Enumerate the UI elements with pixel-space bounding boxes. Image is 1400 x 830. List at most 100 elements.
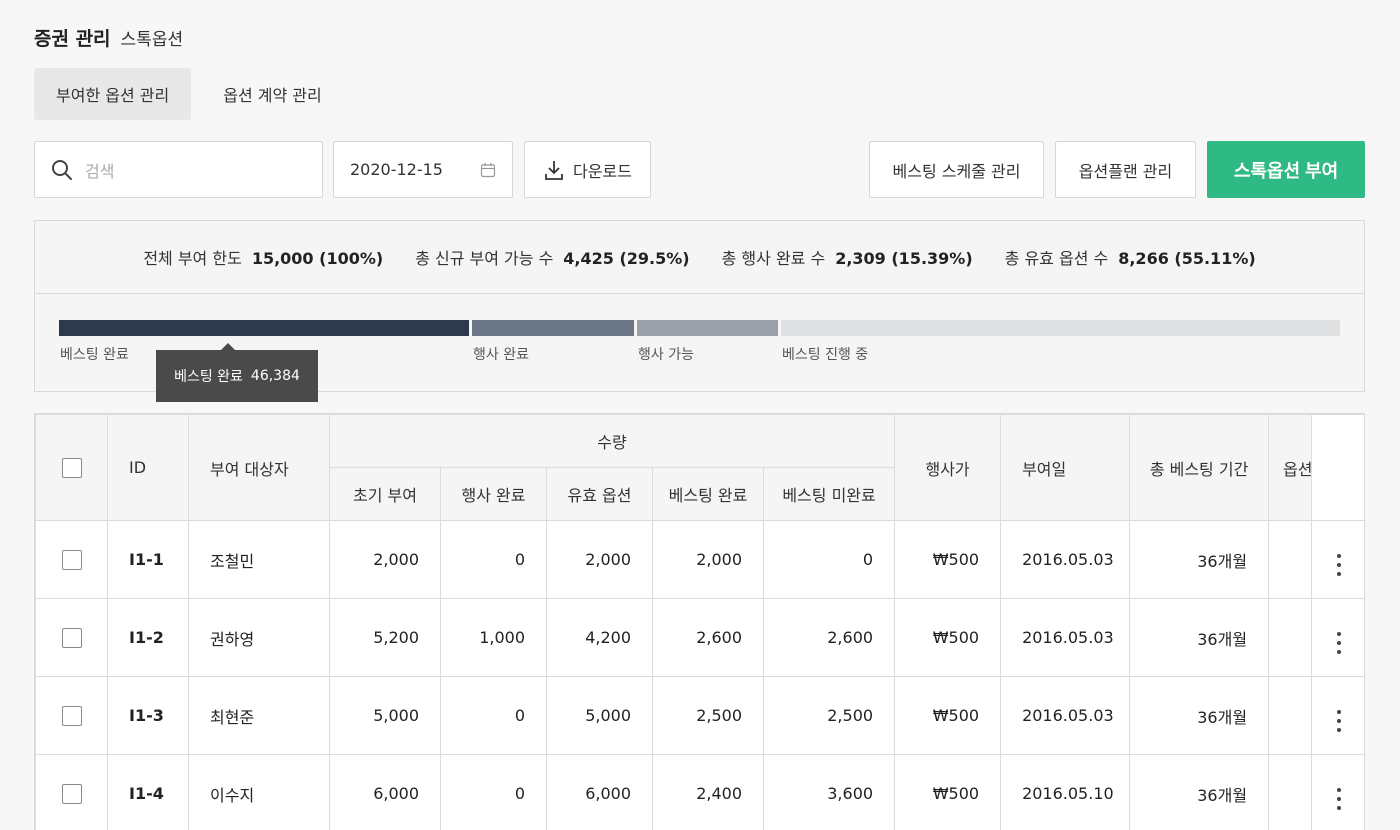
select-all-cell bbox=[35, 414, 108, 521]
bar-segment-label: 베스팅 진행 중 bbox=[782, 347, 869, 363]
download-icon bbox=[545, 160, 563, 180]
row-id: I1-3 bbox=[107, 676, 189, 755]
row-checkbox[interactable] bbox=[61, 783, 82, 804]
row-grantee: 이수지 bbox=[188, 754, 330, 830]
col-total-vesting-period[interactable]: 총 베스팅 기간 bbox=[1129, 414, 1270, 521]
more-options-icon[interactable] bbox=[1337, 710, 1342, 732]
download-button[interactable]: 다운로드 bbox=[524, 141, 651, 198]
row-vesting-period: 36개월 bbox=[1129, 754, 1270, 830]
search-icon bbox=[52, 159, 72, 180]
row-id: I1-2 bbox=[107, 598, 189, 677]
row-vested: 2,400 bbox=[652, 754, 764, 830]
col-grantee[interactable]: 부여 대상자 bbox=[188, 414, 330, 521]
table-row[interactable]: I1-3 최현준 5,000 0 5,000 2,500 2,500 ₩500 … bbox=[35, 676, 1364, 755]
tab-option-contracts[interactable]: 옵션 계약 관리 bbox=[201, 68, 344, 120]
row-checkbox[interactable] bbox=[61, 627, 82, 648]
row-checkbox[interactable] bbox=[61, 705, 82, 726]
row-unvested: 3,600 bbox=[762, 754, 896, 830]
search-input[interactable]: 검색 bbox=[85, 158, 114, 182]
download-label: 다운로드 bbox=[573, 161, 632, 181]
bar-segment-label: 베스팅 완료 bbox=[60, 347, 129, 363]
row-id: I1-1 bbox=[107, 520, 189, 599]
stat-valid-options: 총 유효 옵션 수 8,266 (55.11%) bbox=[1004, 249, 1256, 268]
row-grant-date: 2016.05.03 bbox=[1000, 520, 1131, 599]
row-exercise-price: ₩500 bbox=[894, 520, 1002, 599]
bar-segment[interactable] bbox=[472, 320, 634, 336]
row-grantee: 최현준 bbox=[188, 676, 330, 755]
calendar-icon bbox=[480, 162, 496, 177]
row-vesting-period: 36개월 bbox=[1129, 598, 1270, 677]
col-id[interactable]: ID bbox=[107, 414, 189, 521]
toolbar: 검색 2020-12-15 다운로드 베스팅 스케줄 관리 옵션플랜 관리 스톡… bbox=[34, 141, 1365, 198]
page-subtitle: 스톡옵션 bbox=[120, 30, 184, 50]
row-exercised: 0 bbox=[440, 754, 547, 830]
row-initial-grant: 6,000 bbox=[329, 754, 441, 830]
bar-segment-label: 행사 가능 bbox=[638, 347, 694, 363]
col-exercised[interactable]: 행사 완료 bbox=[440, 467, 547, 521]
page-title-main: 증권 관리 bbox=[34, 28, 111, 50]
row-valid-options: 6,000 bbox=[546, 754, 653, 830]
stat-new-grantable: 총 신규 부여 가능 수 4,425 (29.5%) bbox=[415, 249, 690, 268]
bar-segment[interactable] bbox=[781, 320, 1340, 336]
tooltip: 베스팅 완료 46,384 bbox=[156, 343, 318, 402]
vesting-schedule-button[interactable]: 베스팅 스케줄 관리 bbox=[869, 141, 1044, 198]
row-grantee: 조철민 bbox=[188, 520, 330, 599]
table-row[interactable]: I1-4 이수지 6,000 0 6,000 2,400 3,600 ₩500 … bbox=[35, 754, 1364, 830]
bar-segment[interactable] bbox=[637, 320, 778, 336]
row-initial-grant: 5,000 bbox=[329, 676, 441, 755]
row-valid-options: 4,200 bbox=[546, 598, 653, 677]
row-vesting-period: 36개월 bbox=[1129, 676, 1270, 755]
summary-stats: 전체 부여 한도 15,000 (100%) 총 신규 부여 가능 수 4,425 … bbox=[35, 221, 1364, 294]
col-group-quantity: 수량 bbox=[328, 414, 896, 468]
row-unvested: 2,500 bbox=[762, 676, 896, 755]
row-initial-grant: 2,000 bbox=[329, 520, 441, 599]
more-options-icon[interactable] bbox=[1337, 788, 1342, 810]
row-exercise-price: ₩500 bbox=[894, 676, 1002, 755]
table-row[interactable]: I1-2 권하영 5,200 1,000 4,200 2,600 2,600 ₩… bbox=[35, 598, 1364, 677]
col-valid-options[interactable]: 유효 옵션 bbox=[546, 467, 653, 521]
more-options-icon[interactable] bbox=[1337, 554, 1342, 576]
vesting-progress-bar bbox=[59, 320, 1340, 336]
row-vesting-period: 36개월 bbox=[1129, 520, 1270, 599]
row-initial-grant: 5,200 bbox=[329, 598, 441, 677]
tab-bar: 부여한 옵션 관리 옵션 계약 관리 bbox=[34, 68, 344, 120]
row-valid-options: 5,000 bbox=[546, 676, 653, 755]
row-unvested: 2,600 bbox=[762, 598, 896, 677]
col-vested[interactable]: 베스팅 완료 bbox=[652, 467, 764, 521]
row-exercised: 0 bbox=[440, 676, 547, 755]
tooltip-label: 베스팅 완료 bbox=[174, 369, 243, 385]
grant-stock-option-button[interactable]: 스톡옵션 부여 bbox=[1207, 141, 1365, 198]
summary-panel: 전체 부여 한도 15,000 (100%) 총 신규 부여 가능 수 4,425 … bbox=[34, 220, 1365, 402]
date-picker[interactable]: 2020-12-15 bbox=[333, 141, 513, 198]
row-grant-date: 2016.05.10 bbox=[1000, 754, 1131, 830]
options-table: ID 부여 대상자 수량 행사가 부여일 총 베스팅 기간 옵션 초기 부여 행… bbox=[34, 413, 1365, 830]
col-actions bbox=[1311, 414, 1364, 521]
row-grant-date: 2016.05.03 bbox=[1000, 598, 1131, 677]
col-grant-date[interactable]: 부여일 bbox=[1000, 414, 1131, 521]
row-unvested: 0 bbox=[762, 520, 896, 599]
row-checkbox[interactable] bbox=[61, 549, 82, 570]
col-initial-grant[interactable]: 초기 부여 bbox=[329, 467, 441, 521]
more-options-icon[interactable] bbox=[1337, 632, 1342, 654]
row-grantee: 권하영 bbox=[188, 598, 330, 677]
tooltip-value: 46,384 bbox=[250, 368, 300, 384]
date-value: 2020-12-15 bbox=[350, 160, 443, 179]
search-box[interactable]: 검색 bbox=[34, 141, 323, 198]
col-exercise-price[interactable]: 행사가 bbox=[894, 414, 1002, 521]
row-exercise-price: ₩500 bbox=[894, 754, 1002, 830]
col-unvested[interactable]: 베스팅 미완료 bbox=[762, 467, 896, 521]
stat-total-limit: 전체 부여 한도 15,000 (100%) bbox=[143, 249, 384, 268]
page-title: 증권 관리 스톡옵션 bbox=[34, 24, 183, 51]
row-vested: 2,000 bbox=[652, 520, 764, 599]
row-valid-options: 2,000 bbox=[546, 520, 653, 599]
row-exercise-price: ₩500 bbox=[894, 598, 1002, 677]
table-row[interactable]: I1-1 조철민 2,000 0 2,000 2,000 0 ₩500 2016… bbox=[35, 520, 1364, 599]
option-plan-button[interactable]: 옵션플랜 관리 bbox=[1055, 141, 1196, 198]
tab-granted-options[interactable]: 부여한 옵션 관리 bbox=[34, 68, 192, 120]
row-exercised: 1,000 bbox=[440, 598, 547, 677]
row-vested: 2,500 bbox=[652, 676, 764, 755]
col-option-truncated[interactable]: 옵션 bbox=[1268, 414, 1313, 521]
bar-segment[interactable] bbox=[59, 320, 469, 336]
select-all-checkbox[interactable] bbox=[61, 457, 82, 478]
stat-exercised: 총 행사 완료 수 2,309 (15.39%) bbox=[721, 249, 973, 268]
